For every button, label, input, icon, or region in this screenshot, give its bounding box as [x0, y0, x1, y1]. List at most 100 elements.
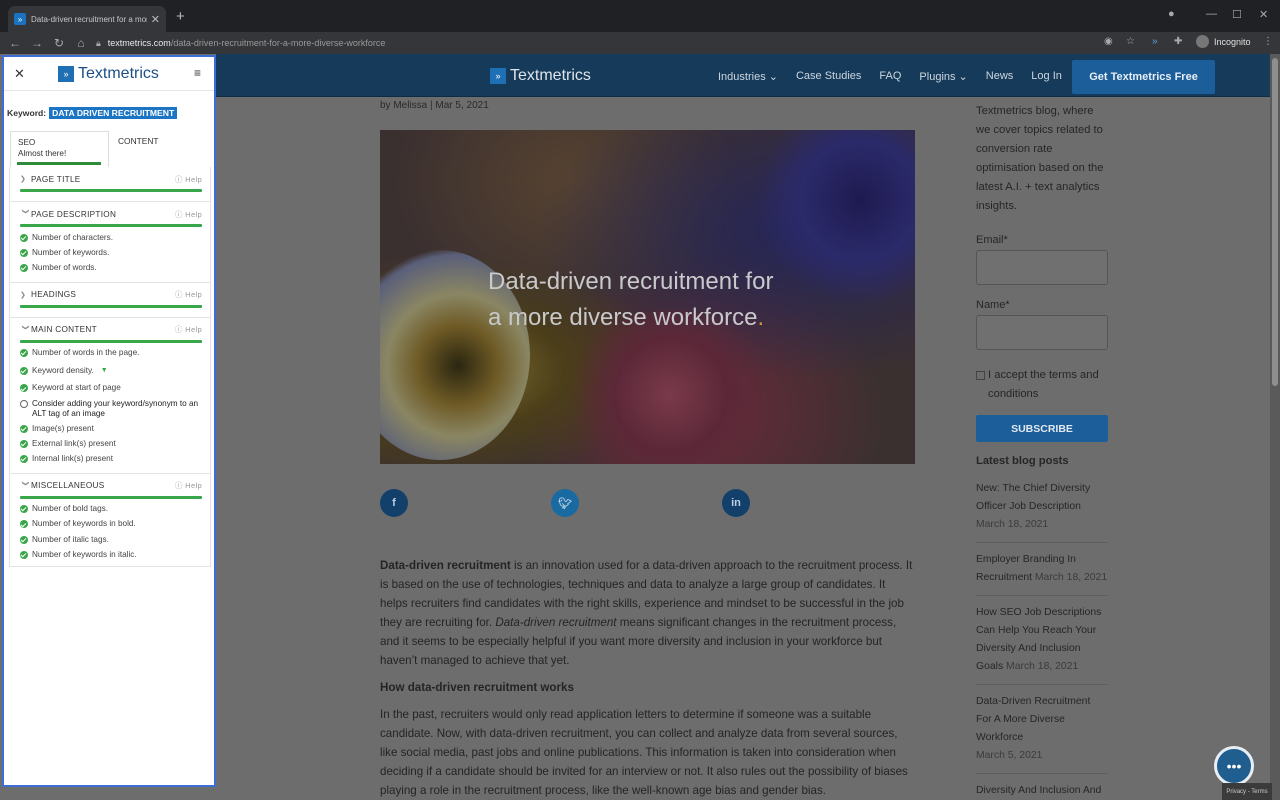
- bookmark-star-icon[interactable]: ☆: [1126, 36, 1135, 47]
- check-circle-icon: [20, 535, 28, 544]
- url-path: /data-driven-recruitment-for-a-more-dive…: [170, 38, 386, 48]
- post-date: March 18, 2021: [1006, 661, 1079, 672]
- reload-icon[interactable]: ↻: [48, 36, 70, 50]
- maximize-icon[interactable]: ☐: [1232, 0, 1242, 28]
- tab-seo-status: Almost there!: [18, 149, 67, 158]
- close-window-icon[interactable]: ✕: [1259, 0, 1268, 28]
- seo-progress-bar: [17, 162, 101, 165]
- blog-post-link[interactable]: Employer Branding In Recruitment March 1…: [976, 551, 1108, 596]
- article-italic: Data-driven recruitment: [495, 616, 617, 629]
- section-miscellaneous: ❯ MISCELLANEOUS ⓘ Help Number of bold tags…: [10, 474, 210, 569]
- facebook-share-icon[interactable]: f: [380, 489, 408, 517]
- check-circle-icon: [20, 366, 28, 375]
- close-panel-icon[interactable]: ✕: [14, 66, 25, 82]
- help-link[interactable]: ⓘ Help: [175, 289, 202, 300]
- chevron-down-icon: ❯: [21, 208, 29, 215]
- section-header[interactable]: ❯ MISCELLANEOUS ⓘ Help: [20, 480, 202, 492]
- check-circle-icon: [20, 439, 28, 448]
- check-label: External link(s) present: [32, 438, 116, 448]
- kebab-menu-icon[interactable]: ⋮: [1263, 36, 1273, 47]
- eye-off-icon[interactable]: ◉: [1104, 36, 1113, 47]
- url-domain: textmetrics.com: [107, 38, 171, 48]
- check-item: Number of keywords in italic.: [20, 547, 202, 562]
- close-tab-icon[interactable]: ✕: [151, 13, 160, 26]
- keyword-value[interactable]: DATA DRIVEN RECRUITMENT: [49, 107, 178, 119]
- blog-sidebar: Textmetrics blog, where we cover topics …: [976, 102, 1108, 800]
- panel-logo-mark-icon: »: [58, 66, 74, 82]
- email-field[interactable]: [976, 250, 1108, 285]
- hero-title-line2: a more diverse workforce.: [488, 300, 868, 336]
- section-page-description: ❯ PAGE DESCRIPTION ⓘ Help Number of charac…: [10, 202, 210, 283]
- terms-checkbox-row[interactable]: I accept the terms and conditions: [976, 366, 1108, 404]
- help-link[interactable]: ⓘ Help: [175, 480, 202, 491]
- panel-logo: » Textmetrics: [58, 65, 159, 83]
- post-title[interactable]: New: The Chief Diversity Officer Job Des…: [976, 480, 1108, 516]
- scrollbar-thumb[interactable]: [1272, 58, 1278, 386]
- nav-news[interactable]: News: [986, 70, 1014, 83]
- home-icon[interactable]: ⌂: [70, 36, 92, 50]
- extensions-puzzle-icon[interactable]: ✚: [1174, 36, 1182, 47]
- section-header[interactable]: ❯ MAIN CONTENT ⓘ Help: [20, 324, 202, 336]
- nav-industries[interactable]: Industries ⌄: [718, 70, 778, 83]
- section-header[interactable]: ❯ PAGE DESCRIPTION ⓘ Help: [20, 208, 202, 220]
- section-title: MISCELLANEOUS: [31, 481, 105, 491]
- check-item: Number of keywords.: [20, 245, 202, 260]
- help-link[interactable]: ⓘ Help: [175, 174, 202, 185]
- caret-down-icon[interactable]: ▼: [101, 366, 108, 376]
- nav-faq[interactable]: FAQ: [879, 70, 901, 83]
- chevron-down-icon: ❯: [21, 324, 29, 331]
- tab-content[interactable]: CONTENT: [118, 136, 158, 146]
- help-link[interactable]: ⓘ Help: [175, 324, 202, 335]
- page-scrollbar[interactable]: [1270, 54, 1280, 800]
- article-byline: by Melissa | Mar 5, 2021: [380, 100, 489, 111]
- site-logo[interactable]: » Textmetrics: [490, 67, 591, 85]
- subscribe-button[interactable]: SUBSCRIBE: [976, 415, 1108, 442]
- help-link[interactable]: ⓘ Help: [175, 209, 202, 220]
- browser-tab[interactable]: » Data-driven recruitment for a more ✕: [8, 6, 166, 32]
- tab-search-icon[interactable]: ●: [1168, 0, 1175, 28]
- nav-login[interactable]: Log In: [1031, 70, 1062, 83]
- section-header[interactable]: ❯ HEADINGS ⓘ Help: [20, 289, 202, 301]
- back-icon[interactable]: ←: [4, 36, 26, 50]
- check-label: Number of characters.: [32, 232, 113, 242]
- check-item: Number of characters.: [20, 230, 202, 245]
- check-circle-icon: [20, 424, 28, 433]
- name-field[interactable]: [976, 315, 1108, 350]
- nav-case-studies[interactable]: Case Studies: [796, 70, 861, 83]
- blog-post-link[interactable]: New: The Chief Diversity Officer Job Des…: [976, 480, 1108, 543]
- post-title[interactable]: Data-Driven Recruitment For A More Diver…: [976, 693, 1108, 747]
- address-bar[interactable]: 🔒︎ textmetrics.com /data-driven-recruitm…: [96, 34, 1136, 52]
- twitter-share-icon[interactable]: 🐦︎: [551, 489, 579, 517]
- section-header[interactable]: ❯ PAGE TITLE ⓘ Help: [20, 173, 202, 185]
- check-label: Number of italic tags.: [32, 534, 109, 544]
- forward-icon[interactable]: →: [26, 36, 48, 50]
- help-label: Help: [185, 174, 202, 184]
- new-tab-icon[interactable]: +: [176, 8, 185, 25]
- check-item: Number of words in the page.: [20, 346, 202, 361]
- article-heading: How data-driven recruitment works: [380, 681, 574, 694]
- name-label: Name*: [976, 299, 1010, 311]
- hamburger-menu-icon[interactable]: ≡: [194, 66, 201, 80]
- get-textmetrics-free-button[interactable]: Get Textmetrics Free: [1072, 60, 1215, 94]
- textmetrics-extension-icon[interactable]: »: [1152, 36, 1158, 47]
- blog-post-link[interactable]: Diversity And Inclusion And An Augmented…: [976, 782, 1108, 800]
- check-label: Internal link(s) present: [32, 454, 113, 464]
- terms-checkbox[interactable]: [976, 371, 985, 380]
- check-label: Number of keywords.: [32, 247, 110, 257]
- minimize-icon[interactable]: —: [1206, 0, 1217, 28]
- post-title[interactable]: Diversity And Inclusion And An Augmented…: [976, 782, 1108, 800]
- post-date: March 18, 2021: [976, 519, 1049, 530]
- nav-plugins[interactable]: Plugins ⌄: [919, 70, 967, 83]
- blog-post-link[interactable]: Data-Driven Recruitment For A More Diver…: [976, 693, 1108, 774]
- check-label: Image(s) present: [32, 423, 94, 433]
- section-headings: ❯ HEADINGS ⓘ Help: [10, 283, 210, 318]
- check-item: Number of bold tags.: [20, 502, 202, 517]
- blog-post-link[interactable]: How SEO Job Descriptions Can Help You Re…: [976, 604, 1108, 685]
- article-body: Data-driven recruitment is an innovation…: [380, 556, 915, 800]
- recaptcha-badge[interactable]: Privacy - Terms: [1222, 783, 1272, 800]
- check-item[interactable]: Keyword density. ▼: [20, 361, 202, 381]
- tab-seo[interactable]: SEO Almost there!: [10, 131, 109, 167]
- incognito-indicator[interactable]: Incognito: [1196, 35, 1251, 48]
- linkedin-share-icon[interactable]: in: [722, 489, 750, 517]
- chat-icon[interactable]: •••: [1214, 746, 1254, 786]
